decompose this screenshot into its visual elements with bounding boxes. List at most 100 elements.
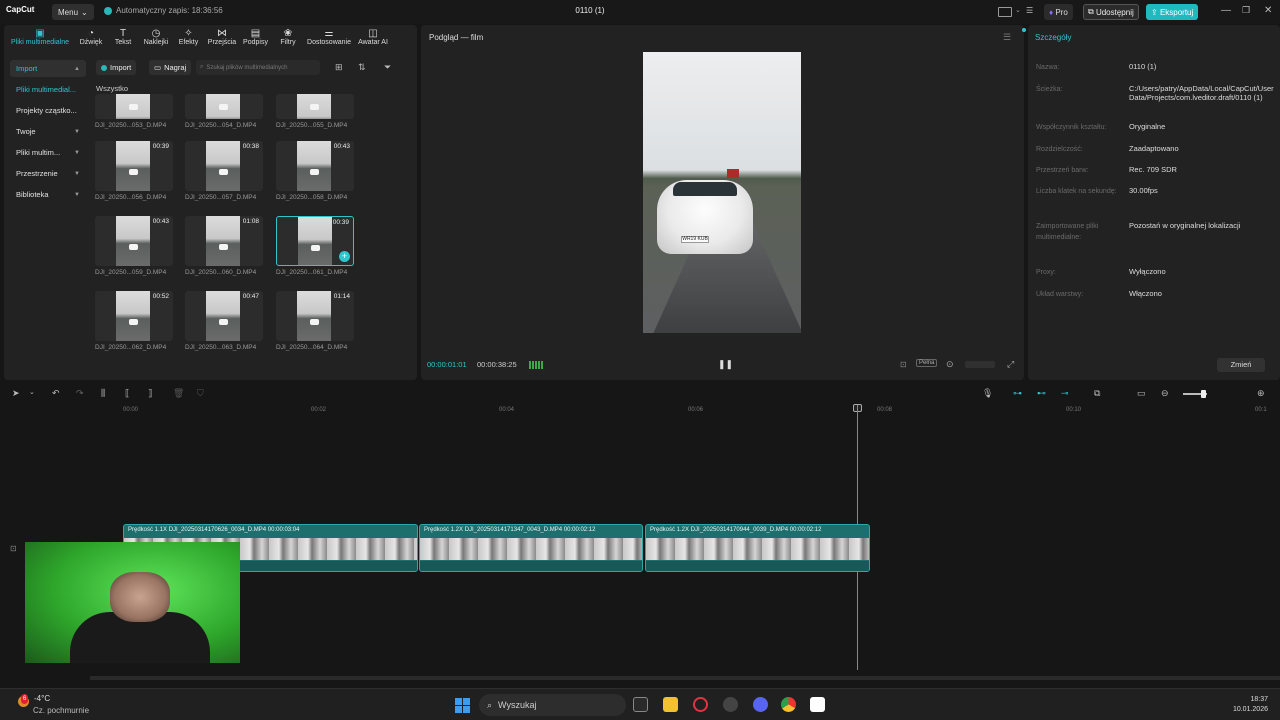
microphone-icon[interactable]: 🎙 xyxy=(982,388,993,399)
tab-filters[interactable]: ❀ Filtry xyxy=(272,25,304,53)
timeline-ruler[interactable]: 00:00 00:02 00:04 00:06 00:08 00:10 00:1 xyxy=(90,404,1280,418)
windows-start-icon[interactable] xyxy=(455,698,470,713)
thumbnail-image xyxy=(95,94,173,119)
sidebar-item-projects[interactable]: Projekty cząstko... xyxy=(10,102,86,119)
tab-captions[interactable]: ▤ Podpisy xyxy=(239,25,272,53)
task-view-icon[interactable] xyxy=(633,697,648,712)
menu-button[interactable]: Menu ⌄ xyxy=(52,4,94,20)
pro-button[interactable]: ♦ Pro xyxy=(1044,4,1073,20)
tab-text[interactable]: T Tekst xyxy=(106,25,140,53)
menu-lines-icon[interactable]: ☰ xyxy=(1003,32,1011,43)
layout-icon[interactable] xyxy=(998,7,1012,17)
preview-axis-icon[interactable]: ⧉ xyxy=(1094,388,1100,399)
chrome-icon[interactable] xyxy=(781,697,796,712)
tab-media[interactable]: ▣ Pliki multimedialne xyxy=(4,25,76,53)
media-thumbnail[interactable]: 00:38 DJI_20250...057_D.MP4 xyxy=(185,141,265,201)
sidebar-item-media-files[interactable]: Pliki multimedial... xyxy=(10,81,86,98)
ratio-button[interactable] xyxy=(965,361,995,368)
change-button[interactable]: Zmień xyxy=(1217,358,1265,372)
media-thumbnail[interactable]: 00:52 DJI_20250...062_D.MP4 xyxy=(95,291,175,351)
menu-lines-icon[interactable]: ☰ xyxy=(1026,6,1033,15)
zoom-out-icon[interactable]: ⊖ xyxy=(1161,388,1169,399)
minimize-icon[interactable]: — xyxy=(1221,5,1231,16)
tab-ai-avatar[interactable]: ◫ Awatar AI xyxy=(354,25,392,53)
capcut-icon[interactable] xyxy=(810,697,825,712)
snap-icon[interactable]: ⊸ xyxy=(1061,388,1069,399)
export-button[interactable]: ⇪ Eksportuj xyxy=(1146,4,1199,20)
timeline-clip[interactable]: Prędkość 1.2X DJI_20250314171347_0043_D.… xyxy=(419,524,643,572)
steam-icon[interactable] xyxy=(723,697,738,712)
share-button[interactable]: ⧉ Udostępnij xyxy=(1083,4,1139,20)
link-icon[interactable]: ⊶ xyxy=(1013,388,1022,399)
split-left-icon[interactable]: ⟦ xyxy=(125,388,129,399)
record-button[interactable]: ▭ Nagraj xyxy=(149,60,192,75)
media-thumbnail[interactable]: 01:08 DJI_20250...060_D.MP4 xyxy=(185,216,265,276)
sidebar-item-import[interactable]: Import ▲ xyxy=(10,60,86,77)
clock-date: 10.01.2026 xyxy=(1232,706,1268,713)
split-icon[interactable]: ⫼ xyxy=(101,388,105,399)
chevron-down-icon[interactable]: ⌄ xyxy=(1015,6,1021,14)
file-explorer-icon[interactable] xyxy=(663,697,678,712)
thumbnail-image: 01:08 xyxy=(185,216,263,266)
media-search-input[interactable]: ⌕ Szukaj plików multimedialnych xyxy=(196,60,320,75)
expand-icon[interactable]: ⤢ xyxy=(1007,359,1014,370)
magnet-icon[interactable]: ⊷ xyxy=(1037,388,1046,399)
taskbar-search[interactable]: ⌕ Wyszukaj xyxy=(479,694,626,716)
screenshot-icon[interactable]: ⊙ xyxy=(946,359,954,370)
chevron-down-icon[interactable]: ⌄ xyxy=(29,388,35,396)
pause-icon[interactable]: ❚❚ xyxy=(718,359,733,370)
chevron-down-icon: ▼ xyxy=(74,149,80,156)
split-right-icon[interactable]: ⟧ xyxy=(148,388,152,399)
media-thumbnail[interactable]: 01:14 DJI_20250...064_D.MP4 xyxy=(276,291,356,351)
media-thumbnail[interactable]: DJI_20250...054_D.MP4 xyxy=(185,94,265,129)
tab-adjust[interactable]: ⚌ Dostosowanie xyxy=(304,25,354,53)
detail-value: Zaadaptowano xyxy=(1129,144,1179,153)
maximize-icon[interactable]: ❐ xyxy=(1242,5,1250,16)
redo-icon[interactable]: ↷ xyxy=(76,388,84,399)
shield-icon[interactable]: ⛉ xyxy=(197,388,204,399)
select-tool-icon[interactable]: ➤ xyxy=(12,388,20,399)
media-thumbnail[interactable]: 00:43 DJI_20250...058_D.MP4 xyxy=(276,141,356,201)
undo-icon[interactable]: ↶ xyxy=(52,388,60,399)
grid-view-icon[interactable]: ⊞ xyxy=(335,62,343,73)
video-frame[interactable]: WR19 KUB xyxy=(643,52,801,333)
detail-value: Oryginalne xyxy=(1129,122,1166,131)
import-button[interactable]: Import xyxy=(96,60,137,75)
media-thumbnail[interactable]: 00:43 DJI_20250...059_D.MP4 xyxy=(95,216,175,276)
zoom-in-icon[interactable]: ⊕ xyxy=(1257,388,1265,399)
tab-audio[interactable]: ◔ Dźwięk xyxy=(76,25,106,53)
crop-icon[interactable]: ⊡ xyxy=(900,360,907,369)
fullscreen-quality-button[interactable]: Pełna xyxy=(916,359,938,367)
tab-label: Tekst xyxy=(114,39,132,46)
media-thumbnail[interactable]: DJI_20250...053_D.MP4 xyxy=(95,94,175,129)
menu-label: Menu xyxy=(58,7,79,17)
filter-icon[interactable]: ⏷ xyxy=(384,62,391,73)
media-thumbnail[interactable]: 00:47 DJI_20250...063_D.MP4 xyxy=(185,291,265,351)
add-to-timeline-icon[interactable]: + xyxy=(339,251,350,262)
opera-icon[interactable] xyxy=(693,697,708,712)
tab-stickers[interactable]: ◷ Naklejki xyxy=(140,25,172,53)
media-thumbnail[interactable]: DJI_20250...055_D.MP4 xyxy=(276,94,356,129)
sidebar-item-media-library[interactable]: Pliki multim... ▼ xyxy=(10,144,86,161)
timeline-scrollbar[interactable] xyxy=(90,676,1280,680)
tab-effects[interactable]: ✧ Efekty xyxy=(172,25,205,53)
sidebar-item-library[interactable]: Biblioteka ▼ xyxy=(10,186,86,203)
captions-toggle-icon[interactable]: ▭ xyxy=(1137,388,1146,399)
discord-icon[interactable] xyxy=(753,697,768,712)
sidebar-item-spaces[interactable]: Przestrzenie ▼ xyxy=(10,165,86,182)
taskbar-clock[interactable]: 18:37 10.01.2026 xyxy=(1224,695,1268,715)
sort-icon[interactable]: ⇅ xyxy=(358,62,366,73)
truck xyxy=(727,169,739,178)
sidebar-item-yours[interactable]: Twoje ▼ xyxy=(10,123,86,140)
track-toggle-icon[interactable]: ⊡ xyxy=(10,544,17,553)
close-icon[interactable]: ✕ xyxy=(1264,5,1272,16)
media-categories: Import ▲ Pliki multimedial... Projekty cz… xyxy=(10,60,86,207)
delete-icon[interactable]: 🗑 xyxy=(173,388,184,399)
zoom-slider-handle[interactable] xyxy=(1201,390,1206,398)
media-thumbnail[interactable]: 00:39 DJI_20250...056_D.MP4 xyxy=(95,141,175,201)
avatar-icon: ◫ xyxy=(368,28,378,39)
tab-transitions[interactable]: ⋈ Przejścia xyxy=(205,25,239,53)
timeline-clip[interactable]: Prędkość 1.2X DJI_20250314170944_0039_D.… xyxy=(645,524,870,572)
media-thumbnail[interactable]: 00:39 + DJI_20250...061_D.MP4 xyxy=(276,216,356,276)
thumbnail-picture xyxy=(206,216,240,266)
